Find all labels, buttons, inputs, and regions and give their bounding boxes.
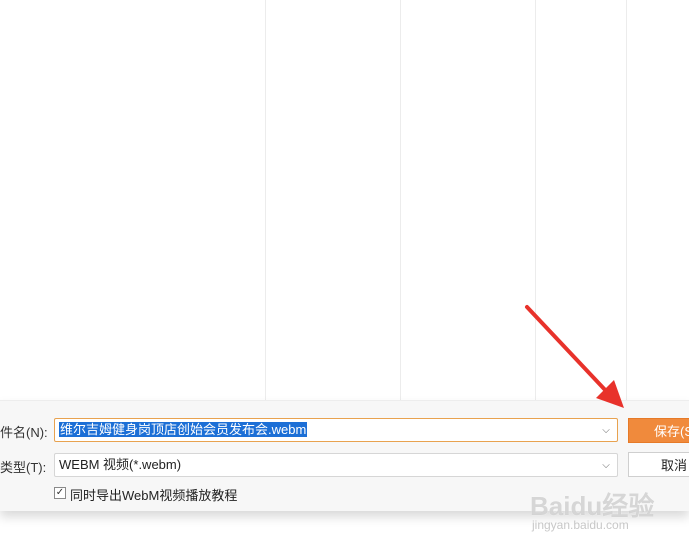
file-name-value: 维尔吉姆健身岗顶店创始会员发布会.webm [59,422,308,438]
column-divider[interactable] [265,0,266,400]
column-divider[interactable] [400,0,401,400]
file-type-label: 类型(T): [0,460,47,475]
column-divider[interactable] [626,0,627,400]
cancel-button-label: 取消 [661,458,688,473]
save-dialog-footer: 件名(N): 维尔吉姆健身岗顶店创始会员发布会.webm ⌵ 保存(S) 类型(… [0,400,689,511]
save-button-label: 保存(S) [654,424,689,439]
file-list-pane[interactable] [0,0,689,400]
file-name-label: 件名(N): [0,425,48,440]
watermark-url: jingyan.baidu.com [532,518,629,532]
export-tutorial-label: 同时导出WebM视频播放教程 [70,488,238,503]
checkmark-icon: ✓ [55,487,65,498]
chevron-down-icon[interactable]: ⌵ [595,454,617,476]
save-button[interactable]: 保存(S) [628,418,689,443]
file-name-selected-text: 维尔吉姆健身岗顶店创始会员发布会.webm [59,422,308,437]
column-divider[interactable] [535,0,536,400]
file-name-input[interactable]: 维尔吉姆健身岗顶店创始会员发布会.webm ⌵ [54,418,618,442]
export-tutorial-checkbox[interactable]: ✓ [54,487,66,499]
file-type-value: WEBM 视频(*.webm) [59,457,182,472]
file-type-select[interactable]: WEBM 视频(*.webm) ⌵ [54,453,618,477]
chevron-down-icon[interactable]: ⌵ [595,419,617,441]
cancel-button[interactable]: 取消 [628,452,689,477]
